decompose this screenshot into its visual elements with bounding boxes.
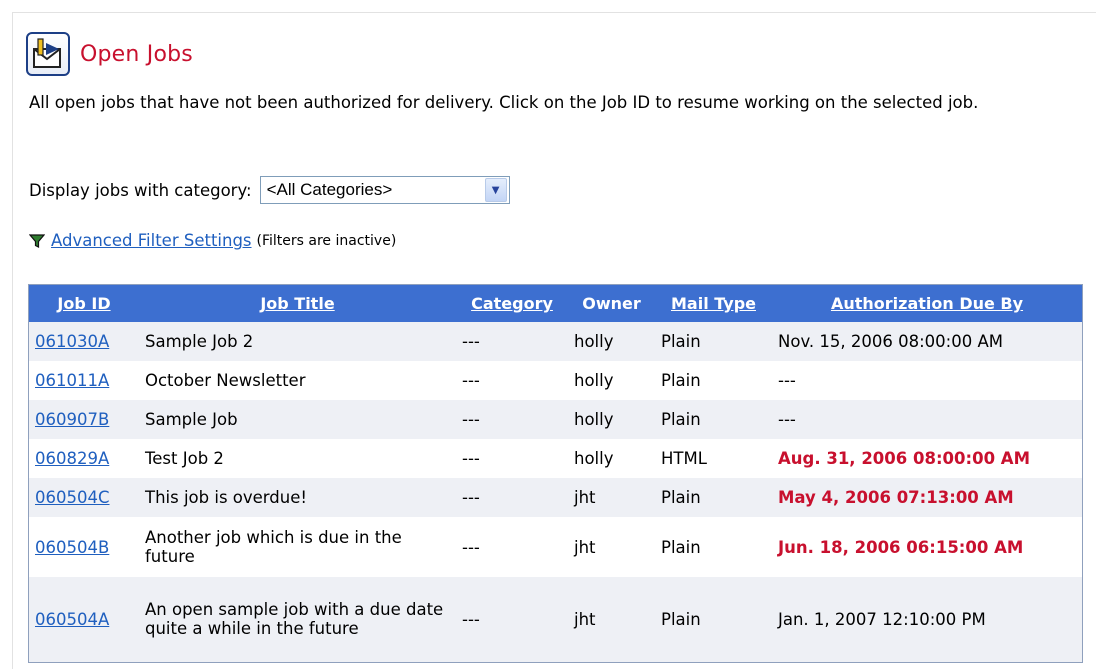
owner-cell: holly [574,449,614,468]
category-cell: --- [462,537,480,557]
table-row: 060504B Another job which is due in the … [28,517,1083,577]
due-date-cell-overdue: May 4, 2006 07:13:00 AM [778,488,1014,507]
job-id-link[interactable]: 060504B [35,538,109,557]
mail-type-cell: Plain [661,609,701,629]
job-id-link[interactable]: 060504C [35,488,110,507]
chevron-down-icon[interactable]: ▼ [484,178,507,202]
category-cell: --- [462,488,480,507]
category-cell: --- [462,410,480,429]
column-header-mail-type[interactable]: Mail Type [655,284,772,322]
job-id-link[interactable]: 060907B [35,410,109,429]
advanced-filter: Advanced Filter Settings (Filters are in… [29,231,396,250]
category-select[interactable]: <All Categories> ▼ [259,176,510,204]
table-row: 060907B Sample Job --- holly Plain --- [28,400,1083,439]
category-select-value: <All Categories> [266,180,393,199]
table-row: 060829A Test Job 2 --- holly HTML Aug. 3… [28,439,1083,478]
job-id-link[interactable]: 060504A [35,610,109,629]
advanced-filter-settings-link[interactable]: Advanced Filter Settings [51,231,252,250]
column-header-job-title[interactable]: Job Title [139,284,456,322]
job-title-cell: October Newsletter [145,371,306,390]
job-id-link[interactable]: 061011A [35,371,109,390]
column-header-authorization-due[interactable]: Authorization Due By [772,284,1083,322]
category-filter-label: Display jobs with category: [29,180,252,200]
table-row: 061011A October Newsletter --- holly Pla… [28,361,1083,400]
job-title-cell: Another job which is due in the future [145,528,402,566]
mail-type-cell: Plain [661,410,701,429]
page-description: All open jobs that have not been authori… [29,93,979,112]
job-title-cell: Test Job 2 [145,449,224,468]
page-title: Open Jobs [80,41,193,67]
due-date-cell: Nov. 15, 2006 08:00:00 AM [778,332,1004,351]
mail-type-cell: HTML [661,449,707,468]
job-id-link[interactable]: 061030A [35,332,109,351]
column-header-job-id[interactable]: Job ID [28,284,139,322]
open-jobs-envelope-icon [26,32,70,76]
job-id-link[interactable]: 060829A [35,449,109,468]
owner-cell: holly [574,371,614,390]
table-header-row: Job ID Job Title Category Owner Mail Typ… [28,284,1083,322]
mail-type-cell: Plain [661,488,701,507]
due-date-cell-overdue: Aug. 31, 2006 08:00:00 AM [778,449,1030,468]
owner-cell: holly [574,332,614,351]
due-date-cell: --- [778,371,796,390]
owner-cell: holly [574,410,614,429]
category-cell: --- [462,332,480,351]
table-row: 060504C This job is overdue! --- jht Pla… [28,478,1083,517]
due-date-cell: --- [778,410,796,429]
mail-type-cell: Plain [661,332,701,351]
open-jobs-table: Job ID Job Title Category Owner Mail Typ… [28,284,1083,663]
mail-type-cell: Plain [661,537,701,557]
open-jobs-panel: Open Jobs All open jobs that have not be… [12,12,1096,669]
due-date-cell-overdue: Jun. 18, 2006 06:15:00 AM [778,537,1024,557]
job-title-cell: Sample Job 2 [145,332,254,351]
filter-status-note: (Filters are inactive) [256,232,397,249]
category-cell: --- [462,609,480,629]
category-filter: Display jobs with category: <All Categor… [29,173,510,207]
job-title-cell: An open sample job with a due date quite… [145,600,444,639]
job-title-cell: Sample Job [145,410,238,429]
owner-cell: jht [574,609,596,629]
table-row: 061030A Sample Job 2 --- holly Plain Nov… [28,322,1083,361]
page-header: Open Jobs [26,29,193,79]
mail-type-cell: Plain [661,371,701,390]
owner-cell: jht [574,488,596,507]
funnel-icon [29,233,45,248]
table-row: 060504A An open sample job with a due da… [28,577,1083,662]
category-cell: --- [462,371,480,390]
column-header-category[interactable]: Category [456,284,568,322]
column-header-owner: Owner [568,284,655,322]
owner-cell: jht [574,537,596,557]
job-title-cell: This job is overdue! [145,488,307,507]
category-cell: --- [462,449,480,468]
due-date-cell: Jan. 1, 2007 12:10:00 PM [778,609,986,629]
